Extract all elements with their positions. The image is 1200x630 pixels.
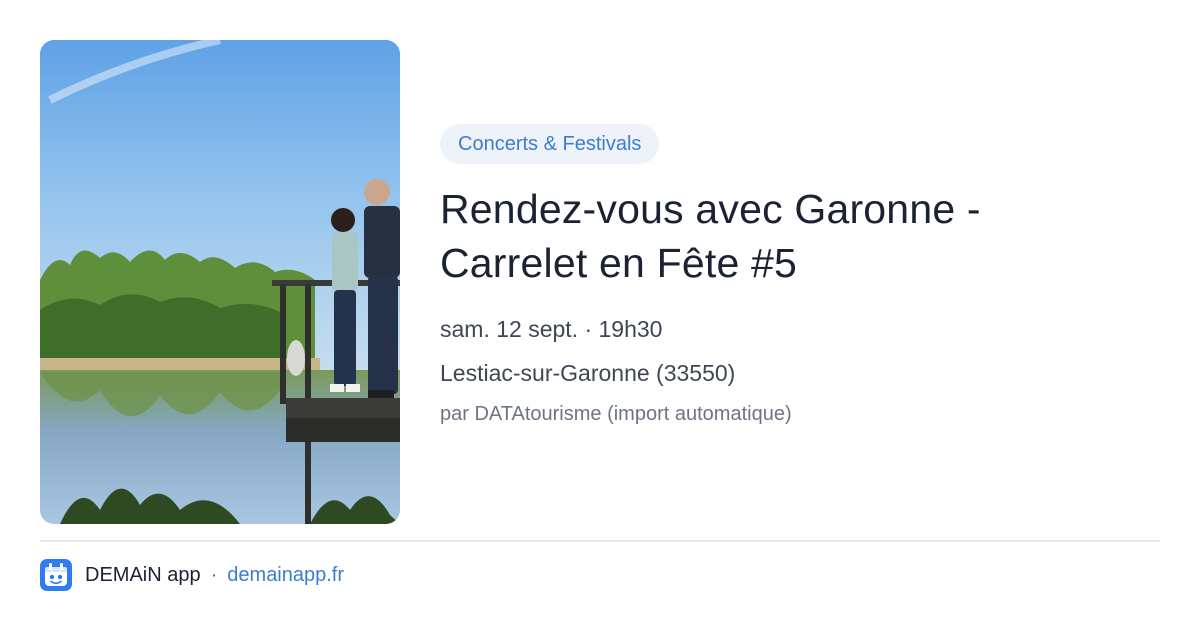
event-details: Concerts & Festivals Rendez-vous avec Ga… [440, 124, 1160, 428]
event-title-line-2: Carrelet en Fête #5 [440, 240, 798, 286]
demain-app-icon [40, 559, 72, 591]
category-badge[interactable]: Concerts & Festivals [440, 124, 660, 164]
footer-separator: · [210, 563, 218, 586]
event-share-card: Concerts & Festivals Rendez-vous avec Ga… [0, 0, 1200, 630]
event-datetime: sam. 12 sept. · 19h30 [440, 316, 663, 342]
app-name: DEMAiN app [85, 563, 201, 586]
event-photo [40, 40, 400, 524]
footer-divider [40, 540, 1160, 542]
footer: DEMAiN app · demainapp.fr [40, 558, 344, 592]
event-title-line-1: Rendez-vous avec Garonne - [440, 186, 981, 232]
event-title: Rendez-vous avec Garonne - Carrelet en Fê… [440, 182, 1160, 290]
site-link[interactable]: demainapp.fr [227, 564, 344, 587]
event-source: par DATAtourisme (import automatique) [440, 403, 792, 425]
event-location: Lestiac-sur-Garonne (33550) [440, 360, 736, 386]
